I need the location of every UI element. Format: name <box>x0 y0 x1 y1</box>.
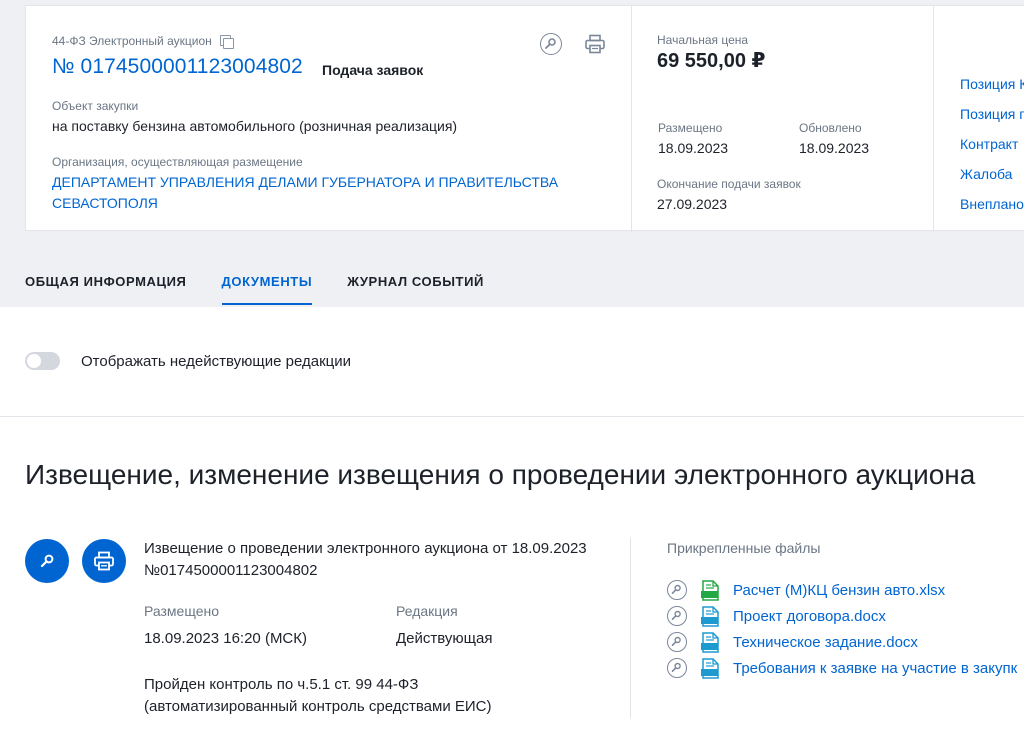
document-edition-label: Редакция <box>396 603 458 619</box>
registry-number-link[interactable]: № 0174500001123004802 <box>52 55 303 79</box>
object-value: на поставку бензина автомобильного (розн… <box>52 118 458 134</box>
list-item: Проект договора.docx <box>667 603 1017 629</box>
divider <box>631 6 632 232</box>
law-type: 44-ФЗ Электронный аукцион <box>52 34 212 48</box>
file-link[interactable]: Требования к заявке на участие в закупк <box>733 660 1017 677</box>
side-link-unscheduled[interactable]: Внеплано <box>960 196 1024 226</box>
divider <box>630 538 631 718</box>
docx-file-icon <box>701 631 719 653</box>
document-edition-value: Действующая <box>396 630 493 647</box>
docx-file-icon <box>701 657 719 679</box>
view-document-button[interactable] <box>25 539 69 583</box>
stage-status: Подача заявок <box>322 62 424 78</box>
tab-event-log[interactable]: ЖУРНАЛ СОБЫТИЙ <box>347 274 484 305</box>
list-item: Требования к заявке на участие в закупк <box>667 655 1017 681</box>
side-link-complaint[interactable]: Жалоба <box>960 166 1024 196</box>
tab-documents[interactable]: ДОКУМЕНТЫ <box>221 274 313 305</box>
xlsx-file-icon <box>701 579 719 601</box>
attached-files-title: Прикрепленные файлы <box>667 540 821 556</box>
document-posted-label: Размещено <box>144 603 219 619</box>
divider <box>933 6 934 232</box>
file-link[interactable]: Расчет (М)КЦ бензин авто.xlsx <box>733 582 945 599</box>
file-link[interactable]: Техническое задание.docx <box>733 634 918 651</box>
toggle-label: Отображать недействующие редакции <box>81 352 352 370</box>
side-link-position-k[interactable]: Позиция К <box>960 76 1024 106</box>
side-link-position-p[interactable]: Позиция п <box>960 106 1024 136</box>
copy-icon[interactable] <box>219 34 234 49</box>
search-key-icon[interactable] <box>667 606 687 626</box>
posted-label: Размещено <box>658 121 723 135</box>
tab-bar: ОБЩАЯ ИНФОРМАЦИЯ ДОКУМЕНТЫ ЖУРНАЛ СОБЫТИ… <box>25 274 484 305</box>
control-status-line1: Пройден контроль по ч.5.1 ст. 99 44-ФЗ <box>144 676 419 693</box>
search-key-icon <box>40 554 54 568</box>
updated-label: Обновлено <box>799 121 862 135</box>
price-label: Начальная цена <box>657 33 749 47</box>
search-key-icon[interactable] <box>667 658 687 678</box>
file-link[interactable]: Проект договора.docx <box>733 608 886 625</box>
search-key-icon[interactable] <box>667 580 687 600</box>
document-posted-value: 18.09.2023 16:20 (МСК) <box>144 630 308 647</box>
document-description-line2: №0174500001123004802 <box>144 562 318 579</box>
print-document-button[interactable] <box>82 539 126 583</box>
document-description-line1: Извещение о проведении электронного аукц… <box>144 540 587 557</box>
print-icon <box>94 551 114 571</box>
attached-files-list: Расчет (М)КЦ бензин авто.xlsx Проект дог… <box>667 577 1017 681</box>
list-item: Техническое задание.docx <box>667 629 1017 655</box>
tab-general-info[interactable]: ОБЩАЯ ИНФОРМАЦИЯ <box>25 274 187 305</box>
control-status-line2: (автоматизированный контроль средствами … <box>144 698 492 715</box>
print-icon[interactable] <box>584 33 606 55</box>
list-item: Расчет (М)КЦ бензин авто.xlsx <box>667 577 1017 603</box>
organization-label: Организация, осуществляющая размещение <box>52 155 303 169</box>
deadline-date: 27.09.2023 <box>657 196 728 212</box>
posted-date: 18.09.2023 <box>658 140 729 156</box>
law-type-line: 44-ФЗ Электронный аукцион <box>52 34 234 49</box>
object-label: Объект закупки <box>52 99 139 113</box>
search-key-icon[interactable] <box>540 33 562 55</box>
section-title: Извещение, изменение извещения о проведе… <box>25 459 976 490</box>
search-key-icon[interactable] <box>667 632 687 652</box>
document-description: Извещение о проведении электронного аукц… <box>144 538 614 582</box>
organization-link[interactable]: ДЕПАРТАМЕНТ УПРАВЛЕНИЯ ДЕЛАМИ ГУБЕРНАТОР… <box>52 172 572 214</box>
divider <box>0 416 1024 417</box>
updated-date: 18.09.2023 <box>799 140 870 156</box>
price-value: 69 550,00 ₽ <box>657 50 766 72</box>
deadline-label: Окончание подачи заявок <box>657 177 801 191</box>
inactive-editions-toggle-row: Отображать недействующие редакции <box>25 352 351 370</box>
control-status: Пройден контроль по ч.5.1 ст. 99 44-ФЗ (… <box>144 674 614 718</box>
purchase-card: 44-ФЗ Электронный аукцион № 017450000112… <box>25 5 1024 232</box>
docx-file-icon <box>701 605 719 627</box>
side-link-contract[interactable]: Контракт <box>960 136 1024 166</box>
side-links: Позиция К Позиция п Контракт Жалоба Внеп… <box>960 76 1024 226</box>
inactive-editions-toggle[interactable] <box>25 352 60 370</box>
